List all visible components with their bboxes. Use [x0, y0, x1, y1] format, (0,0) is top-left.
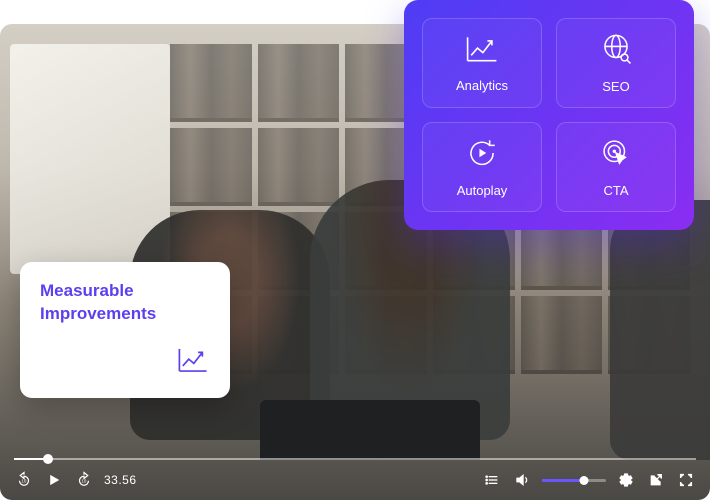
settings-button[interactable] [616, 470, 636, 490]
play-button[interactable] [44, 470, 64, 490]
trend-up-icon [176, 345, 210, 380]
volume-fill [542, 479, 584, 482]
rewind-10-button[interactable]: 10 [14, 470, 34, 490]
feature-cta[interactable]: CTA [556, 122, 676, 212]
feature-grid: Analytics SEO Autoplay [404, 0, 694, 230]
forward-10-button[interactable]: 10 [74, 470, 94, 490]
volume-button[interactable] [512, 470, 532, 490]
feature-seo[interactable]: SEO [556, 18, 676, 108]
feature-label: Analytics [456, 78, 508, 93]
fullscreen-button[interactable] [676, 470, 696, 490]
progress-knob[interactable] [43, 454, 53, 464]
feature-analytics[interactable]: Analytics [422, 18, 542, 108]
feature-label: CTA [603, 183, 628, 198]
scene-person [610, 200, 710, 460]
cta-icon [599, 136, 633, 175]
feature-autoplay[interactable]: Autoplay [422, 122, 542, 212]
measurable-improvements-card: Measurable Improvements [20, 262, 230, 398]
volume-slider[interactable] [542, 479, 606, 482]
feature-label: SEO [602, 79, 629, 94]
player-controls: 10 10 33.56 [0, 444, 710, 500]
volume-knob[interactable] [579, 476, 588, 485]
feature-label: Autoplay [457, 183, 508, 198]
svg-text:10: 10 [81, 478, 87, 483]
timecode: 33.56 [104, 473, 137, 487]
analytics-icon [464, 33, 500, 70]
svg-text:10: 10 [21, 478, 27, 483]
autoplay-icon [465, 136, 499, 175]
progress-bar[interactable] [14, 458, 696, 460]
share-button[interactable] [646, 470, 666, 490]
card-title: Measurable Improvements [40, 280, 210, 326]
playlist-button[interactable] [482, 470, 502, 490]
seo-icon [599, 32, 633, 71]
